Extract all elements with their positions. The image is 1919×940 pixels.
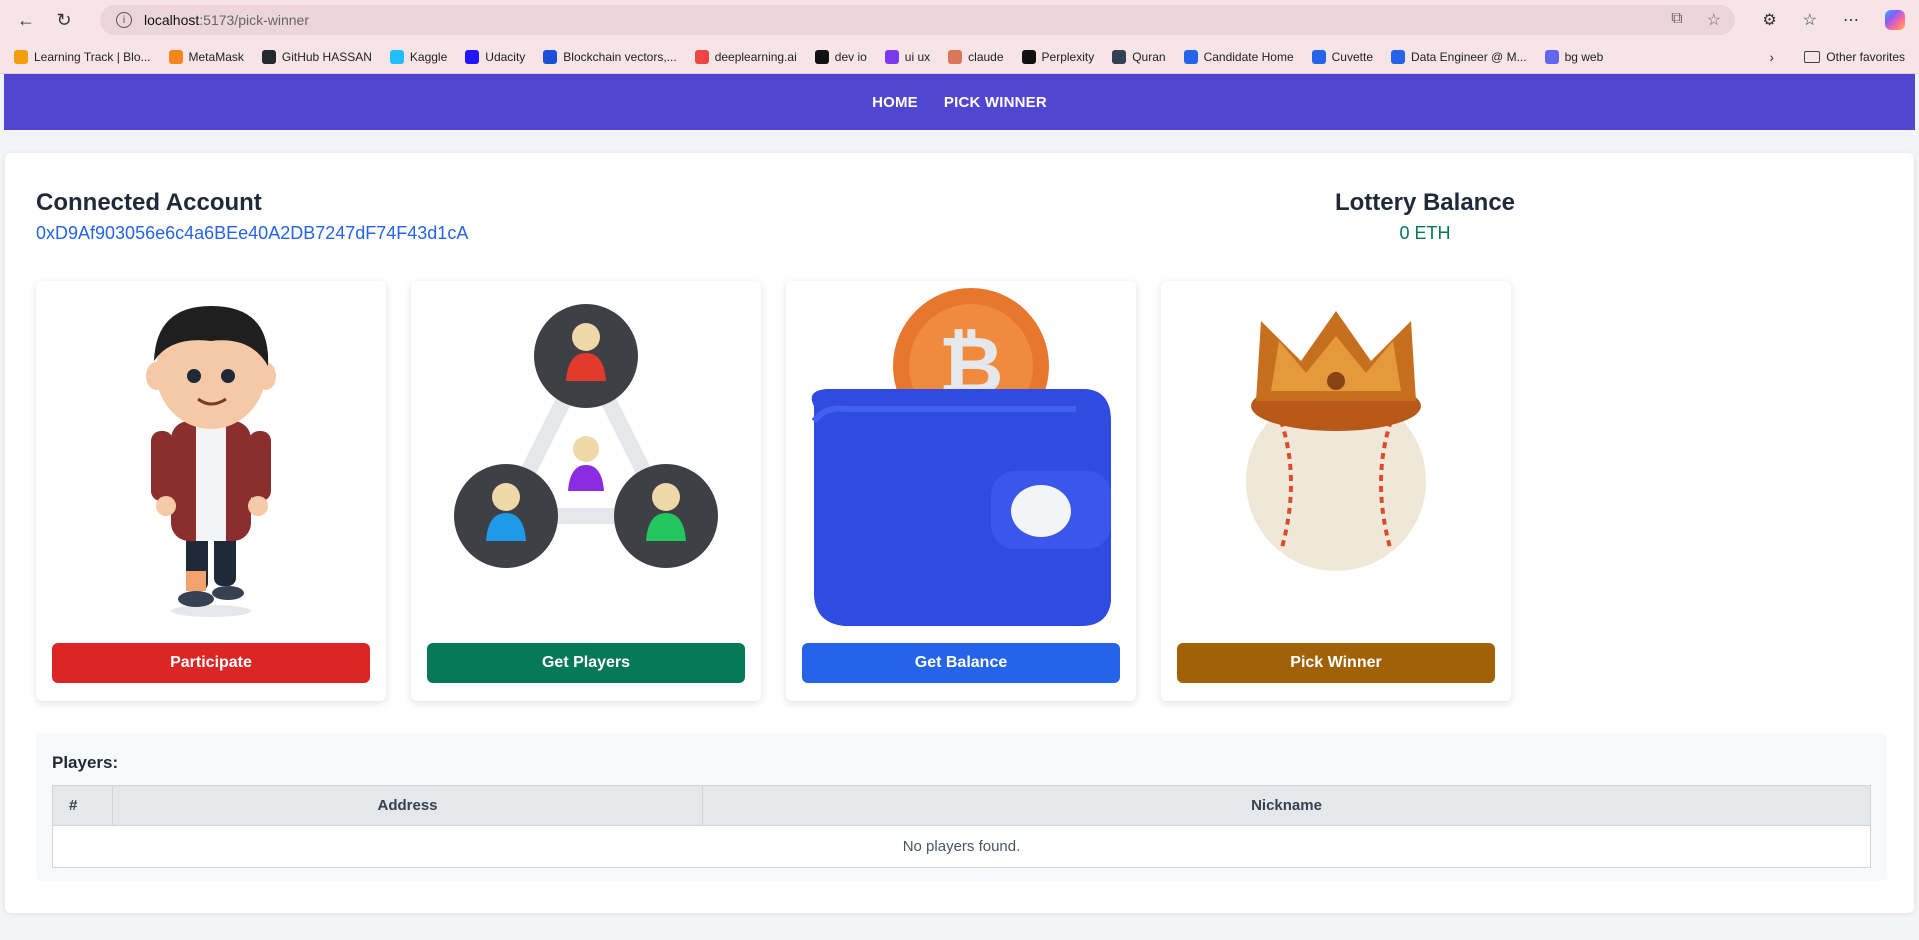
bookmark-item[interactable]: dev io — [814, 49, 867, 64]
bookmark-item[interactable]: Udacity — [465, 49, 526, 64]
players-section: Players: # Address Nickname No players f… — [36, 733, 1887, 881]
bookmark-favicon-icon — [465, 49, 480, 64]
browser-toolbar: ← ↻ i localhost:5173/pick-winner ⧉ ☆ ⚙ ☆… — [0, 0, 1919, 40]
pick-winner-card: Pick Winner — [1161, 281, 1511, 701]
bookmark-label: Quran — [1132, 49, 1166, 64]
main-panel: Connected Account 0xD9Af903056e6c4a6BEe4… — [5, 153, 1914, 913]
favorites-icon[interactable]: ☆ — [1803, 10, 1817, 30]
app-available-icon[interactable]: ⧉ — [1671, 10, 1682, 30]
connected-account: Connected Account 0xD9Af903056e6c4a6BEe4… — [36, 189, 468, 244]
get-players-button[interactable]: Get Players — [427, 643, 745, 683]
bookmark-item[interactable]: MetaMask — [168, 49, 244, 64]
bookmark-favicon-icon — [814, 49, 829, 64]
bookmark-item[interactable]: Perplexity — [1021, 49, 1095, 64]
copilot-icon[interactable] — [1885, 10, 1905, 30]
folder-icon — [1804, 50, 1821, 63]
bookmark-item[interactable]: GitHub HASSAN — [261, 49, 372, 64]
bookmark-label: Candidate Home — [1203, 49, 1294, 64]
bookmark-label: Kaggle — [409, 49, 448, 64]
refresh-icon[interactable]: ↻ — [48, 4, 80, 36]
favorite-star-icon[interactable]: ☆ — [1707, 10, 1721, 30]
bookmark-label: Cuvette — [1331, 49, 1373, 64]
other-favorites[interactable]: Other favorites — [1804, 50, 1905, 64]
bookmark-favicon-icon — [1021, 49, 1036, 64]
back-icon[interactable]: ← — [10, 4, 42, 36]
bookmark-item[interactable]: Blockchain vectors,... — [543, 49, 677, 64]
other-favorites-label: Other favorites — [1826, 49, 1905, 64]
bookmark-favicon-icon — [694, 49, 709, 64]
participate-button[interactable]: Participate — [52, 643, 370, 683]
bookmark-label: ui ux — [904, 49, 931, 64]
column-header-nickname: Nickname — [702, 785, 1871, 826]
empty-state-text: No players found. — [52, 825, 1871, 868]
pick-winner-button[interactable]: Pick Winner — [1177, 643, 1495, 683]
bookmark-item[interactable]: Cuvette — [1311, 49, 1373, 64]
bookmark-item[interactable]: Quran — [1112, 49, 1166, 64]
url-path: :5173/pick-winner — [199, 12, 309, 28]
bookmark-favicon-icon — [389, 49, 404, 64]
account-address: 0xD9Af903056e6c4a6BEe40A2DB7247dF74F43d1… — [36, 223, 469, 243]
bookmark-label: GitHub HASSAN — [281, 49, 372, 64]
more-menu-icon[interactable]: ⋯ — [1843, 10, 1859, 30]
bookmark-label: Data Engineer @ M... — [1411, 49, 1527, 64]
bookmark-favicon-icon — [1544, 49, 1559, 64]
bookmark-favicon-icon — [1391, 49, 1405, 64]
bookmark-favicon-icon — [884, 49, 899, 64]
table-row: No players found. — [52, 825, 1871, 868]
app-navbar: HOME PICK WINNER — [4, 74, 1915, 130]
bookmark-item[interactable]: deeplearning.ai — [694, 49, 797, 64]
extensions-icon[interactable]: ⚙ — [1762, 10, 1776, 30]
bookmark-label: Blockchain vectors,... — [563, 49, 677, 64]
bookmark-item[interactable]: Candidate Home — [1183, 49, 1294, 64]
boy-character-icon — [146, 306, 276, 617]
bitcoin-wallet-icon: ₿ — [811, 288, 1111, 626]
get-players-card: Get Players — [411, 281, 761, 701]
column-header-address: Address — [112, 785, 703, 826]
bookmark-item[interactable]: Learning Track | Blo... — [14, 49, 151, 64]
bookmark-item[interactable]: Kaggle — [389, 49, 448, 64]
nav-pick-winner[interactable]: PICK WINNER — [944, 94, 1047, 111]
bookmark-label: Learning Track | Blo... — [34, 49, 151, 64]
bookmark-item[interactable]: bg web — [1544, 49, 1604, 64]
bookmark-item[interactable]: claude — [948, 49, 1004, 64]
bookmark-label: deeplearning.ai — [714, 49, 797, 64]
players-table: # Address Nickname No players found. — [52, 785, 1871, 868]
get-balance-card: ₿ Get Balance — [786, 281, 1136, 701]
site-info-icon[interactable]: i — [116, 12, 132, 28]
url-host: localhost — [144, 12, 200, 28]
bookmark-label: bg web — [1564, 49, 1604, 64]
account-title: Connected Account — [36, 189, 262, 216]
players-label: Players: — [52, 753, 119, 772]
bookmark-label: dev io — [834, 49, 867, 64]
network-people-icon — [454, 304, 718, 568]
bookmark-favicon-icon — [14, 49, 28, 64]
balance-value: 0 ETH — [1399, 223, 1451, 243]
get-balance-button[interactable]: Get Balance — [802, 643, 1120, 683]
players-table-header: # Address Nickname — [52, 785, 1871, 826]
bookmark-favicon-icon — [261, 49, 276, 64]
bookmark-favicon-icon — [1183, 49, 1198, 64]
address-bar[interactable]: i localhost:5173/pick-winner ⧉ ☆ — [100, 5, 1735, 35]
bookmark-label: Perplexity — [1041, 49, 1095, 64]
participate-card: Participate — [36, 281, 386, 701]
bookmark-favicon-icon — [948, 49, 963, 64]
bookmark-item[interactable]: ui ux — [884, 49, 931, 64]
bookmark-label: claude — [968, 49, 1004, 64]
balance-title: Lottery Balance — [1334, 189, 1516, 216]
bookmark-label: Udacity — [485, 49, 526, 64]
crowned-ball-icon — [1246, 311, 1426, 571]
bookmark-favicon-icon — [1311, 49, 1326, 64]
nav-home[interactable]: HOME — [872, 94, 918, 111]
bookmark-favicon-icon — [168, 49, 183, 64]
bookmarks-bar: Learning Track | Blo... MetaMask GitHub HA… — [0, 40, 1919, 74]
bookmarks-overflow-icon[interactable]: › — [1769, 49, 1774, 65]
bookmark-favicon-icon — [543, 49, 558, 64]
column-header-number: # — [52, 785, 113, 826]
bookmark-item[interactable]: Data Engineer @ M... — [1391, 49, 1527, 64]
bookmark-label: MetaMask — [188, 49, 244, 64]
lottery-balance: Lottery Balance 0 ETH — [1325, 189, 1525, 244]
bookmark-favicon-icon — [1112, 49, 1127, 64]
